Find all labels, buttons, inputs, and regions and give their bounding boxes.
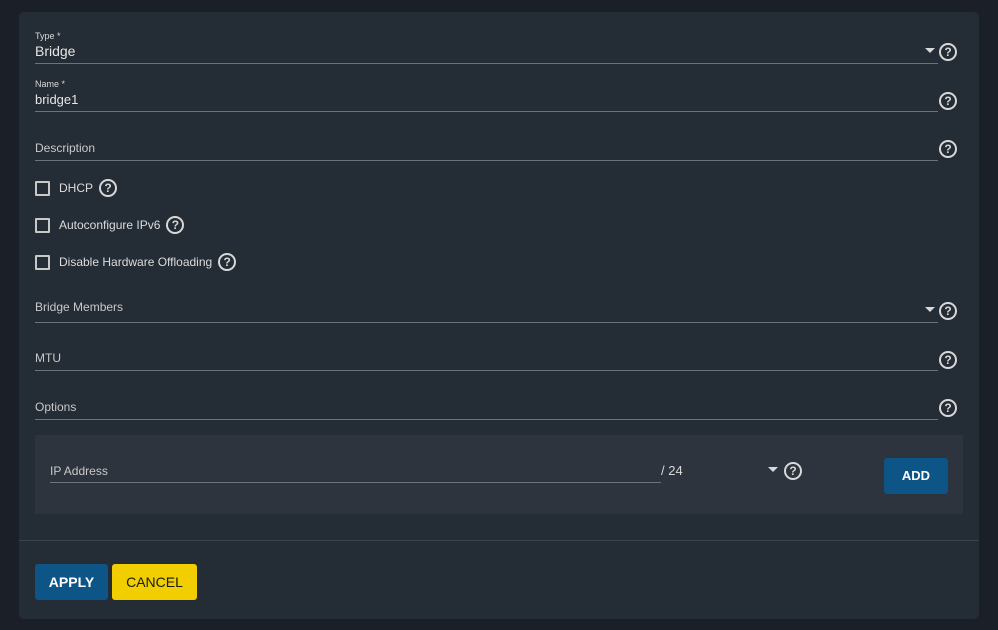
help-icon[interactable]: ? [939, 302, 957, 320]
chevron-down-icon[interactable] [768, 467, 778, 472]
dhcp-checkbox[interactable] [35, 180, 50, 196]
help-icon[interactable]: ? [166, 216, 185, 234]
help-icon[interactable]: ? [784, 462, 802, 480]
bridge-members-placeholder: Bridge Members [35, 300, 124, 314]
name-value: bridge1 [35, 92, 79, 107]
help-icon[interactable]: ? [939, 399, 957, 417]
chevron-down-icon[interactable] [925, 307, 935, 312]
help-icon[interactable]: ? [218, 253, 237, 271]
disable-hw-offloading-checkbox[interactable] [35, 254, 50, 270]
options-placeholder: Options [35, 400, 77, 414]
apply-button[interactable]: APPLY [35, 564, 108, 600]
dhcp-label: DHCP [59, 181, 94, 195]
help-icon[interactable]: ? [939, 351, 957, 369]
help-icon[interactable]: ? [939, 92, 957, 110]
description-placeholder: Description [35, 141, 96, 155]
netmask-select[interactable]: / 24 [661, 463, 683, 478]
name-input[interactable]: Name * bridge1 [35, 78, 938, 112]
add-ip-button[interactable]: ADD [884, 458, 948, 494]
type-label: Type * [35, 31, 61, 41]
bridge-members-select[interactable]: Bridge Members [35, 296, 938, 323]
description-input[interactable]: Description [35, 136, 938, 161]
type-select[interactable]: Type * Bridge [35, 28, 938, 64]
autoconfigure-ipv6-label: Autoconfigure IPv6 [59, 218, 161, 232]
ip-address-placeholder: IP Address [50, 464, 108, 478]
options-input[interactable]: Options [35, 395, 938, 420]
help-icon[interactable]: ? [939, 140, 957, 158]
cancel-button[interactable]: CANCEL [112, 564, 197, 600]
ip-address-input[interactable]: IP Address [50, 460, 661, 483]
interface-form-card: Type * Bridge ? Name * bridge1 ? Descrip… [19, 12, 979, 619]
mtu-placeholder: MTU [35, 351, 61, 365]
dhcp-checkbox-row[interactable]: DHCP ? [35, 179, 118, 197]
help-icon[interactable]: ? [939, 43, 957, 61]
name-label: Name * [35, 79, 66, 89]
divider [19, 540, 979, 541]
disable-hw-offloading-checkbox-row[interactable]: Disable Hardware Offloading ? [35, 253, 237, 271]
help-icon[interactable]: ? [99, 179, 118, 197]
disable-hw-offloading-label: Disable Hardware Offloading [59, 255, 213, 269]
autoconfigure-ipv6-checkbox-row[interactable]: Autoconfigure IPv6 ? [35, 216, 185, 234]
type-value: Bridge [35, 43, 76, 59]
ip-address-panel: IP Address / 24 ? ADD [35, 435, 963, 514]
mtu-input[interactable]: MTU [35, 346, 938, 371]
chevron-down-icon[interactable] [925, 48, 935, 53]
autoconfigure-ipv6-checkbox[interactable] [35, 217, 50, 233]
